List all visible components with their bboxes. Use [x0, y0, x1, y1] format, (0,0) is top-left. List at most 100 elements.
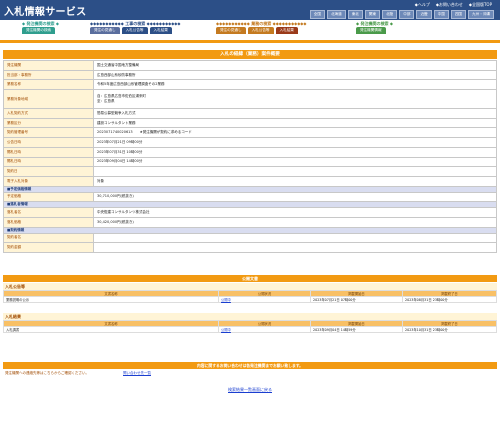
field-value: 自：広島県広島市佐伯区湯来町 至：広島県: [93, 89, 497, 110]
field-label: 契約日: [3, 166, 94, 177]
field-label: 開札日時: [3, 146, 94, 158]
region-tab[interactable]: 中部: [399, 10, 415, 19]
region-tab[interactable]: 北海道: [326, 10, 346, 19]
detail-row: 契約管理番号 2023071740020613 ★発注機関が契約に求めるコード: [3, 127, 497, 139]
document-name: 入札調書: [3, 326, 219, 333]
detail-row: 契約日: [3, 166, 497, 177]
field-label: 担当部・事務所: [3, 69, 94, 81]
field-value: [93, 242, 497, 253]
field-value: 簡易公募型競争入札方式: [93, 108, 497, 119]
contact-list-link[interactable]: 問い合わせ先一覧: [123, 370, 151, 377]
tab-service-results[interactable]: 入札結果: [275, 27, 298, 34]
header: 入札情報サービス ◆ヘルプ ◆お問い合わせ ◆全国版TOP 全国 北海道 東北 …: [0, 0, 500, 20]
region-tabs: 全国 北海道 東北 関東 北陸 中部 近畿 中国 四国 九州・沖縄: [309, 10, 494, 19]
field-value: 広島西部山系砂防事務所: [93, 69, 497, 81]
documents-group-title: 入札結果: [3, 313, 497, 320]
nav-underline: [0, 40, 500, 43]
tab-service-outlook[interactable]: 発注の見通し: [216, 27, 246, 34]
top-links: ◆ヘルプ ◆お問い合わせ ◆全国版TOP: [415, 2, 492, 8]
field-value: 対象: [93, 175, 497, 187]
detail-row: 落札者名 中央復建コンサルタンツ株式会社: [3, 207, 497, 218]
end-date: 2023年10月31日 23時00分: [402, 326, 497, 333]
region-tab[interactable]: 四国: [450, 10, 467, 19]
detail-row: 契約者名: [3, 232, 497, 244]
field-value: 令和5年度広島西部山系管理調査その2業務: [93, 79, 497, 91]
field-label: 契約者名: [3, 232, 94, 244]
region-tab[interactable]: 北陸: [382, 10, 398, 19]
region-tab[interactable]: 東北: [347, 10, 363, 19]
field-label: 契約管理番号: [3, 127, 94, 139]
region-tab[interactable]: 近畿: [416, 10, 432, 19]
end-date: 2023年08月31日 23時00分: [402, 296, 497, 303]
field-label: 入札契約方式: [3, 108, 94, 119]
start-date: 2023年09月04日 14時59分: [310, 326, 403, 333]
region-tab[interactable]: 九州・沖縄: [468, 10, 494, 19]
field-value: 30,420,000円(税抜き): [93, 216, 497, 228]
detail-row: 契約金額: [3, 242, 497, 253]
documents-group-title: 入札公告等: [3, 283, 497, 290]
region-tab[interactable]: 全国: [309, 10, 325, 19]
detail-row: 電子入札対象 対象: [3, 175, 497, 187]
field-label: 落札者名: [3, 207, 94, 218]
tab-construction-results[interactable]: 入札結果: [149, 27, 172, 34]
field-value: 2023年09月04日 14時00分: [93, 156, 497, 168]
public-status-link[interactable]: 公開中: [218, 326, 311, 333]
back-row: 検索結果一覧画面に戻る: [0, 387, 500, 393]
documents-title: 公開文書: [3, 275, 497, 282]
documents-table: 文書名称 公開状況 掲載開始日 掲載終了日 入札調書 公開中 2023年09月0…: [3, 320, 497, 333]
start-date: 2023年07月21日 07時00分: [310, 296, 403, 303]
contact-bar: 内容に関するお問い合わせは各発注機関までお願い致します。: [3, 362, 497, 369]
detail-row: 落札価格 30,420,000円(税抜き): [3, 216, 497, 228]
field-value: 2023071740020613 ★発注機関が契約に求めるコード: [93, 127, 497, 139]
field-value: 30,710,000円(税抜き): [93, 191, 497, 203]
field-value: 中央復建コンサルタンツ株式会社: [93, 207, 497, 218]
tab-org-search[interactable]: 発注機関の検索: [22, 27, 56, 34]
page-title: 入札の経緯（業務）案件概要: [3, 50, 497, 59]
tab-service-notices[interactable]: 入札公告等: [247, 27, 274, 34]
contact-label: 発注機関への連絡先等はこちらからご確認ください。: [5, 371, 89, 375]
field-label: 業務区分: [3, 117, 94, 129]
public-status-link[interactable]: 公開中: [218, 296, 311, 303]
detail-row: 業務対象地域 自：広島県広島市佐伯区湯来町 至：広島県: [3, 89, 497, 110]
document-name: 業務説明の公示: [3, 296, 219, 303]
region-tab[interactable]: 関東: [364, 10, 381, 19]
field-value: 建設コンサルタント業務: [93, 117, 497, 129]
tab-construction-outlook[interactable]: 発注の見通し: [90, 27, 120, 34]
back-to-results-link[interactable]: 検索結果一覧画面に戻る: [228, 387, 272, 392]
field-label: 業務対象地域: [3, 89, 94, 110]
field-value: [93, 166, 497, 177]
detail-row: 業務区分 建設コンサルタント業務: [3, 117, 497, 129]
field-value: 2023年07月21日 09時00分: [93, 137, 497, 148]
detail-row: 担当部・事務所 広島西部山系砂防事務所: [3, 69, 497, 81]
detail-row: 業務名称 令和5年度広島西部山系管理調査その2業務: [3, 79, 497, 91]
field-label: 業務名称: [3, 79, 94, 91]
table-row: 入札調書 公開中 2023年09月04日 14時59分 2023年10月31日 …: [3, 326, 497, 333]
field-label: 発注機関: [3, 60, 94, 71]
field-value: 国土交通省中国地方整備局: [93, 60, 497, 71]
app-title: 入札情報サービス: [4, 7, 87, 18]
tab-construction-notices[interactable]: 入札公告等: [121, 27, 148, 34]
detail-table: 発注機関 国土交通省中国地方整備局 担当部・事務所 広島西部山系砂防事務所 業務名称 令和…: [3, 60, 497, 253]
detail-row: 予定価格 30,710,000円(税抜き): [3, 191, 497, 203]
detail-row: 公告日時 2023年07月21日 09時00分: [3, 137, 497, 148]
table-row: 業務説明の公示 公開中 2023年07月21日 07時00分 2023年08月3…: [3, 296, 497, 303]
field-label: 開札日時: [3, 156, 94, 168]
contact-link[interactable]: ◆お問い合わせ: [436, 2, 463, 8]
help-link[interactable]: ◆ヘルプ: [415, 2, 430, 8]
region-tab[interactable]: 中国: [433, 10, 449, 19]
field-label: 落札価格: [3, 216, 94, 228]
field-label: 電子入札対象: [3, 175, 94, 187]
detail-row: 開札日時 2023年09月04日 14時00分: [3, 156, 497, 168]
field-label: 予定価格: [3, 191, 94, 203]
national-top-link[interactable]: ◆全国版TOP: [469, 2, 492, 8]
contact-row: 発注機関への連絡先等はこちらからご確認ください。 問い合わせ先一覧: [3, 370, 497, 377]
detail-row: 開札日時 2023年07月31日 10時00分: [3, 146, 497, 158]
search-nav: ◆ 発注機関の検索 ◆ 発注機関の検索 ◆◆◆◆◆◆◆◆◆◆◆ 工事の検索 ◆◆…: [0, 20, 500, 40]
field-label: 契約金額: [3, 242, 94, 253]
tab-org-info[interactable]: 発注機関情報: [356, 27, 386, 34]
field-value: 2023年07月31日 10時00分: [93, 146, 497, 158]
documents-table: 文書名称 公開状況 掲載開始日 掲載終了日 業務説明の公示 公開中 2023年0…: [3, 290, 497, 303]
detail-row: 発注機関 国土交通省中国地方整備局: [3, 60, 497, 71]
field-value: [93, 232, 497, 244]
field-label: 公告日時: [3, 137, 94, 148]
